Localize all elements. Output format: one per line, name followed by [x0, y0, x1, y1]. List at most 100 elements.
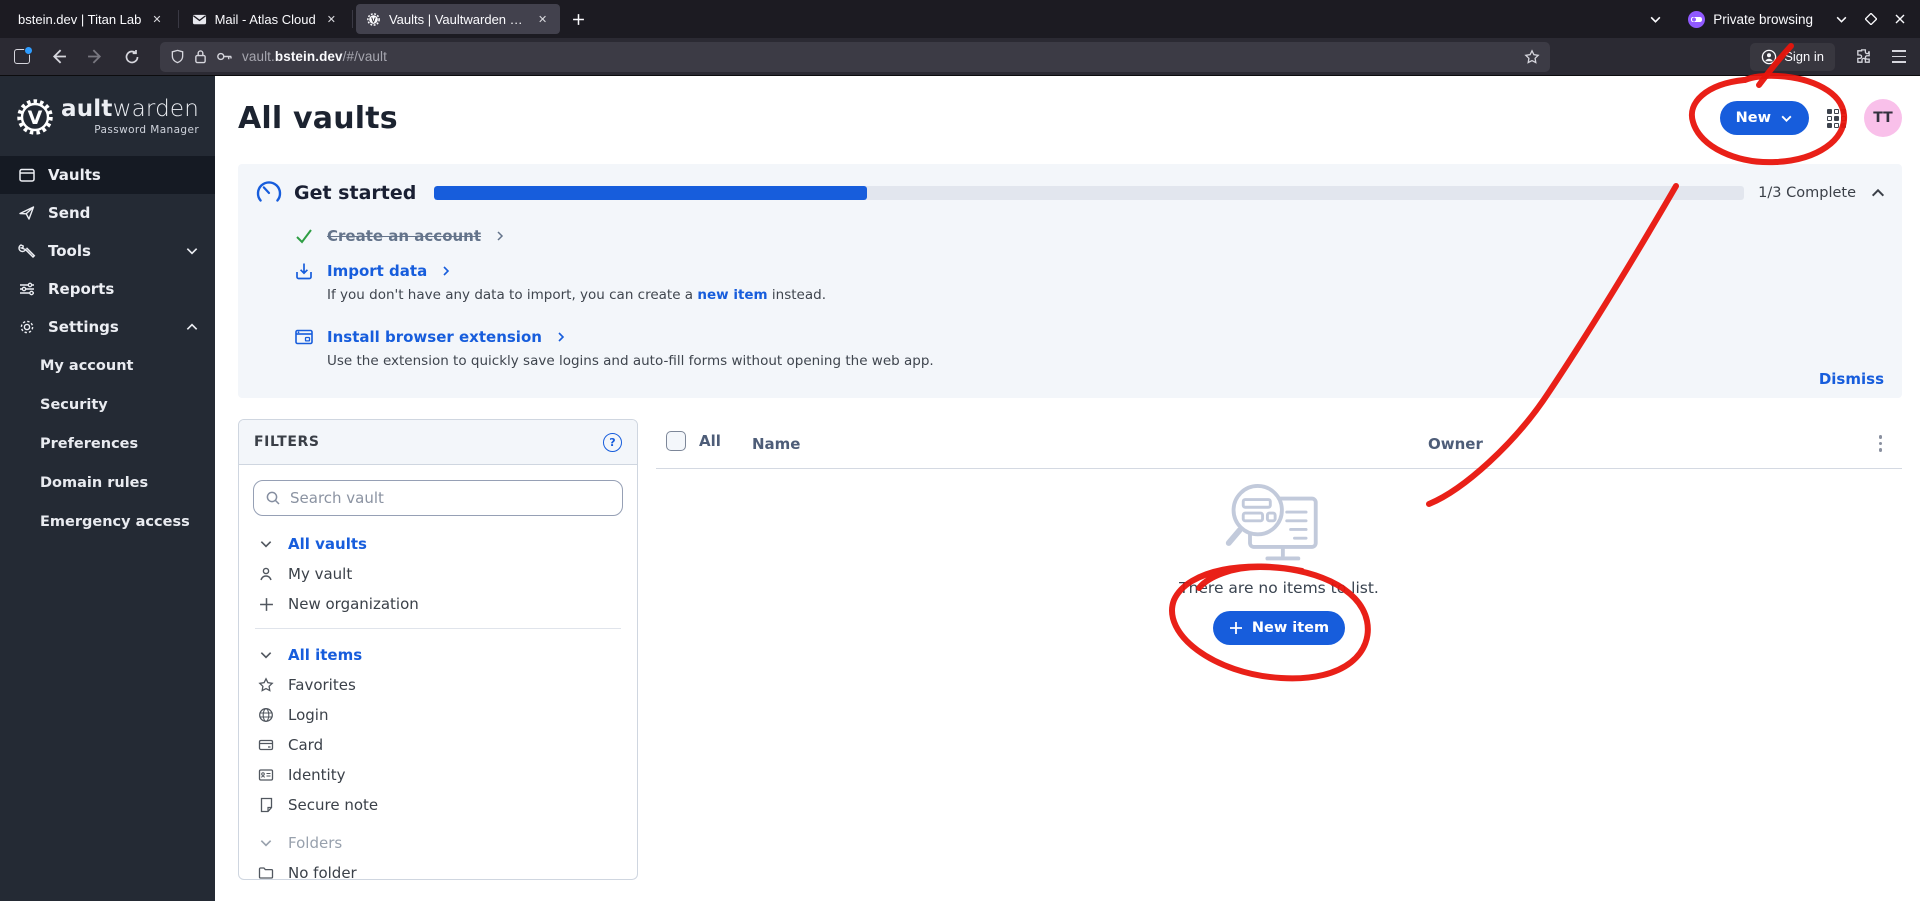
- vault-icon: [18, 166, 36, 184]
- bookmark-star-icon[interactable]: [1524, 49, 1540, 65]
- filter-favorites[interactable]: Favorites: [253, 673, 623, 697]
- vaultwarden-gear-icon: V: [16, 98, 54, 136]
- close-window-icon[interactable]: [1894, 13, 1906, 25]
- filter-folders[interactable]: Folders: [253, 831, 623, 855]
- sidebar-item-label: Reports: [48, 280, 114, 298]
- tab-titan-lab[interactable]: bstein.dev | Titan Lab ✕: [8, 4, 175, 34]
- url-text: vault.bstein.dev/#/vault: [242, 49, 387, 64]
- filters-panel: FILTERS ? All vaults: [238, 419, 638, 880]
- import-icon: [294, 261, 314, 281]
- sign-in-label: Sign in: [1784, 49, 1824, 64]
- tab-separator: [352, 10, 353, 28]
- tab-title: Vaults | Vaultwarden Web: [389, 12, 527, 27]
- forward-icon[interactable]: [87, 48, 104, 65]
- chevron-right-icon: [494, 230, 506, 242]
- extensions-icon[interactable]: [1855, 48, 1872, 65]
- sidebar-item-label: Settings: [48, 318, 119, 336]
- search-box: [253, 480, 623, 516]
- minimize-window-icon[interactable]: [1835, 13, 1848, 26]
- sidebar-item-send[interactable]: Send: [0, 194, 215, 232]
- sidebar-item-settings[interactable]: Settings: [0, 308, 215, 346]
- sidebar-item-reports[interactable]: Reports: [0, 270, 215, 308]
- svg-text:V: V: [371, 17, 376, 24]
- settings-gear-icon: [18, 318, 36, 336]
- sidebar-item-emergency-access[interactable]: Emergency access: [0, 502, 215, 541]
- filter-card[interactable]: Card: [253, 733, 623, 757]
- gauge-icon: [254, 178, 284, 208]
- new-item-button[interactable]: New item: [1213, 611, 1345, 645]
- chevron-down-icon[interactable]: [257, 535, 275, 553]
- close-tab-icon[interactable]: ✕: [149, 11, 164, 28]
- main-content: All vaults New TT Get sta: [215, 76, 1920, 901]
- lock-icon[interactable]: [194, 49, 207, 64]
- sidebar-item-domain-rules[interactable]: Domain rules: [0, 463, 215, 502]
- column-header-owner[interactable]: Owner: [1428, 435, 1483, 453]
- sidebar: V aultwarden Password Manager Vaults Sen…: [0, 76, 215, 901]
- sidebar-item-vaults[interactable]: Vaults: [0, 156, 215, 194]
- svg-text:V: V: [28, 107, 43, 129]
- close-tab-icon[interactable]: ✕: [535, 11, 550, 28]
- plus-icon: [257, 595, 275, 613]
- shield-icon[interactable]: [170, 49, 185, 64]
- progress-bar: [434, 186, 1744, 200]
- window-controls: [1835, 13, 1906, 26]
- column-header-name[interactable]: Name: [752, 435, 800, 453]
- progress-fill: [434, 186, 866, 200]
- key-icon[interactable]: [216, 50, 233, 63]
- step-import-data[interactable]: Import data: [327, 262, 427, 280]
- new-button[interactable]: New: [1720, 101, 1809, 135]
- new-item-link[interactable]: new item: [697, 287, 767, 303]
- sidebar-item-security[interactable]: Security: [0, 385, 215, 424]
- list-all-tabs-chevron-icon[interactable]: [1649, 13, 1662, 26]
- tab-vaultwarden[interactable]: V Vaults | Vaultwarden Web ✕: [356, 4, 560, 34]
- id-card-icon: [257, 766, 275, 784]
- note-icon: [257, 796, 275, 814]
- avatar[interactable]: TT: [1864, 99, 1902, 137]
- filter-all-items[interactable]: All items: [253, 643, 623, 667]
- new-tab-button[interactable]: [564, 5, 592, 33]
- collapse-banner-chevron-icon[interactable]: [1870, 185, 1886, 201]
- chevron-up-icon: [185, 320, 199, 334]
- step-install-extension[interactable]: Install browser extension: [327, 328, 542, 346]
- sidebar-item-label: Vaults: [48, 166, 101, 184]
- tab-mail[interactable]: Mail - Atlas Cloud ✕: [182, 4, 349, 34]
- get-started-banner: Get started 1/3 Complete Create an accou…: [238, 164, 1902, 398]
- plus-icon: [1229, 621, 1243, 635]
- search-input[interactable]: [290, 489, 611, 507]
- dismiss-link[interactable]: Dismiss: [1819, 370, 1884, 388]
- close-tab-icon[interactable]: ✕: [324, 11, 339, 28]
- maximize-window-icon[interactable]: [1865, 13, 1877, 25]
- sidebar-item-preferences[interactable]: Preferences: [0, 424, 215, 463]
- browser-extension-icon: [294, 327, 314, 347]
- menu-icon[interactable]: [1892, 50, 1906, 62]
- filters-title: FILTERS: [254, 434, 320, 450]
- back-icon[interactable]: [50, 48, 67, 65]
- sidebar-item-my-account[interactable]: My account: [0, 346, 215, 385]
- sign-in-button[interactable]: Sign in: [1750, 43, 1835, 71]
- filter-identity[interactable]: Identity: [253, 763, 623, 787]
- url-bar[interactable]: vault.bstein.dev/#/vault: [160, 42, 1550, 72]
- firefox-view-icon[interactable]: [14, 49, 30, 64]
- tab-separator: [178, 10, 179, 28]
- table-options-icon[interactable]: [1877, 433, 1885, 454]
- mail-icon: [192, 12, 207, 27]
- filter-login[interactable]: Login: [253, 703, 623, 727]
- sidebar-item-tools[interactable]: Tools: [0, 232, 215, 270]
- folder-icon: [257, 864, 275, 880]
- help-icon[interactable]: ?: [603, 433, 622, 452]
- filter-all-vaults[interactable]: All vaults: [253, 532, 623, 556]
- filter-secure-note[interactable]: Secure note: [253, 793, 623, 817]
- app-switcher-icon[interactable]: [1827, 109, 1846, 128]
- sidebar-item-label: Send: [48, 204, 90, 222]
- filter-new-organization[interactable]: New organization: [253, 592, 623, 616]
- filter-my-vault[interactable]: My vault: [253, 562, 623, 586]
- chevron-down-icon[interactable]: [257, 834, 275, 852]
- step-create-account[interactable]: Create an account: [327, 227, 481, 245]
- select-all-checkbox[interactable]: [666, 431, 686, 451]
- filter-no-folder[interactable]: No folder: [253, 861, 623, 880]
- chevron-down-icon[interactable]: [257, 646, 275, 664]
- chevron-down-icon: [1780, 112, 1793, 125]
- reload-icon[interactable]: [124, 49, 140, 65]
- empty-message: There are no items to list.: [1179, 579, 1379, 597]
- tools-icon: [18, 242, 36, 260]
